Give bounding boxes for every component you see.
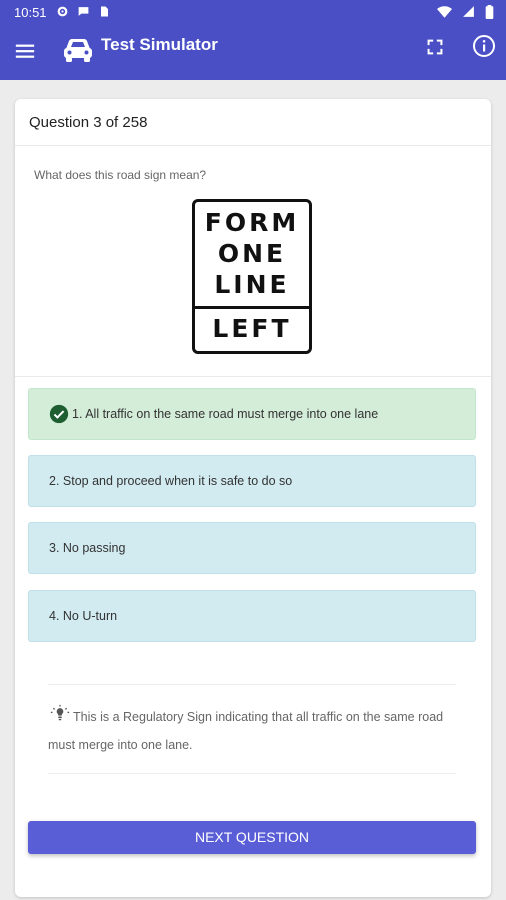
answer-label: 4. No U-turn bbox=[49, 609, 118, 623]
question-card: Question 3 of 258 What does this road si… bbox=[15, 99, 491, 897]
chat-icon bbox=[78, 7, 89, 16]
answer-option[interactable]: 2. Stop and proceed when it is safe to d… bbox=[28, 455, 476, 507]
battery-icon bbox=[485, 5, 494, 19]
info-icon[interactable] bbox=[472, 34, 496, 58]
app-bar: Test Simulator bbox=[0, 26, 506, 80]
settings-icon bbox=[57, 6, 68, 17]
road-sign-image: FORM ONE LINE LEFT bbox=[192, 199, 312, 354]
question-prompt: What does this road sign mean? bbox=[34, 168, 207, 182]
answer-option[interactable]: 3. No passing bbox=[28, 522, 476, 574]
answer-option-correct[interactable]: 1. All traffic on the same road must mer… bbox=[28, 388, 476, 440]
status-bar: 10:51 bbox=[0, 0, 506, 26]
sign-line: FORM bbox=[204, 208, 300, 237]
sign-line: ONE bbox=[217, 239, 287, 268]
question-counter: Question 3 of 258 bbox=[29, 114, 148, 131]
sign-line: LEFT bbox=[212, 314, 292, 343]
answer-label: 2. Stop and proceed when it is safe to d… bbox=[49, 474, 293, 488]
menu-icon[interactable] bbox=[14, 40, 36, 62]
explanation-text: This is a Regulatory Sign indicating tha… bbox=[48, 710, 444, 752]
answer-label: 1. All traffic on the same road must mer… bbox=[72, 407, 379, 421]
status-time: 10:51 bbox=[14, 5, 47, 20]
car-icon bbox=[64, 39, 92, 62]
signal-icon bbox=[463, 6, 474, 17]
sim-card-icon bbox=[101, 6, 108, 17]
question-header: Question 3 of 258 bbox=[15, 99, 491, 146]
sign-line: LINE bbox=[214, 270, 290, 299]
divider bbox=[15, 376, 491, 377]
app-title: Test Simulator bbox=[101, 35, 218, 54]
answer-label: 3. No passing bbox=[49, 541, 126, 555]
check-circle-icon bbox=[49, 404, 69, 424]
explanation-box: This is a Regulatory Sign indicating tha… bbox=[48, 684, 456, 774]
next-question-button[interactable]: NEXT QUESTION bbox=[28, 821, 476, 854]
wifi-icon bbox=[437, 6, 452, 18]
answer-option[interactable]: 4. No U-turn bbox=[28, 590, 476, 642]
fullscreen-icon[interactable] bbox=[424, 36, 446, 58]
